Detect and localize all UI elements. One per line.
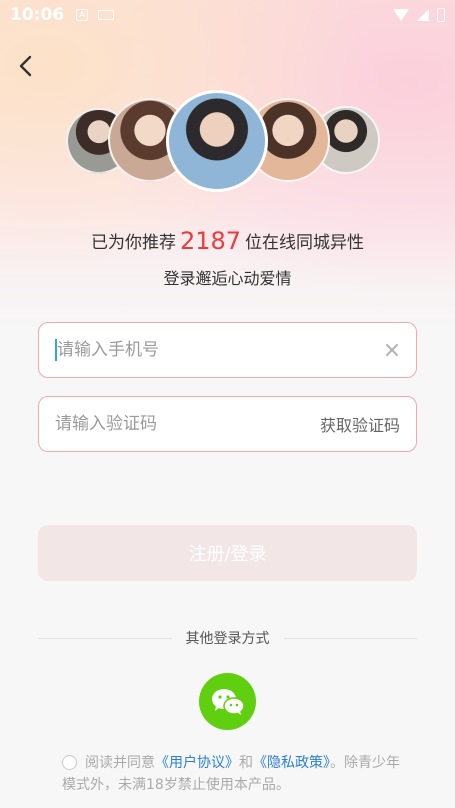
avatar: [166, 90, 268, 192]
headline-suffix: 位在线同城异性: [245, 233, 365, 253]
get-code-button[interactable]: 获取验证码: [320, 412, 400, 436]
other-login-divider: 其他登录方式: [38, 628, 417, 648]
register-login-button[interactable]: 注册/登录: [38, 525, 417, 581]
headline-prefix: 已为你推荐: [90, 233, 176, 253]
phone-field[interactable]: [38, 322, 417, 378]
clear-icon[interactable]: [384, 342, 400, 358]
hero-subtitle: 登录邂逅心动爱情: [163, 269, 292, 288]
agreement-text: 阅读并同意《用户协议》和《隐私政策》。除青少年模式外，未满18岁禁止使用本产品。: [62, 752, 412, 796]
keyboard-a-icon: A: [76, 9, 89, 21]
code-field[interactable]: 获取验证码: [38, 396, 417, 452]
status-bar: 10:06 A: [0, 0, 455, 30]
keyboard-icon: [98, 10, 115, 20]
recommend-count: 2187: [179, 227, 242, 255]
recommend-headline: 已为你推荐 2187 位在线同城异性: [0, 227, 455, 255]
divider-line: [38, 637, 172, 639]
wechat-icon: [211, 688, 245, 715]
code-input[interactable]: [55, 414, 320, 434]
agreement-prefix: 阅读并同意: [85, 755, 155, 771]
wechat-login-button[interactable]: [199, 673, 256, 730]
status-time: 10:06: [10, 5, 65, 25]
back-button[interactable]: [14, 52, 38, 80]
wifi-icon: [393, 9, 409, 21]
privacy-policy-link[interactable]: 《隐私政策》: [253, 755, 330, 771]
agreement-and: 和: [239, 755, 253, 771]
signal-icon: [417, 9, 429, 21]
battery-icon: [437, 8, 445, 22]
other-login-label: 其他登录方式: [185, 631, 270, 647]
avatar-row: [0, 90, 455, 200]
agreement-radio[interactable]: [62, 755, 77, 770]
phone-input[interactable]: [57, 340, 376, 360]
chevron-left-icon: [19, 55, 32, 77]
divider-line: [283, 637, 417, 639]
user-agreement-link[interactable]: 《用户协议》: [155, 755, 239, 771]
